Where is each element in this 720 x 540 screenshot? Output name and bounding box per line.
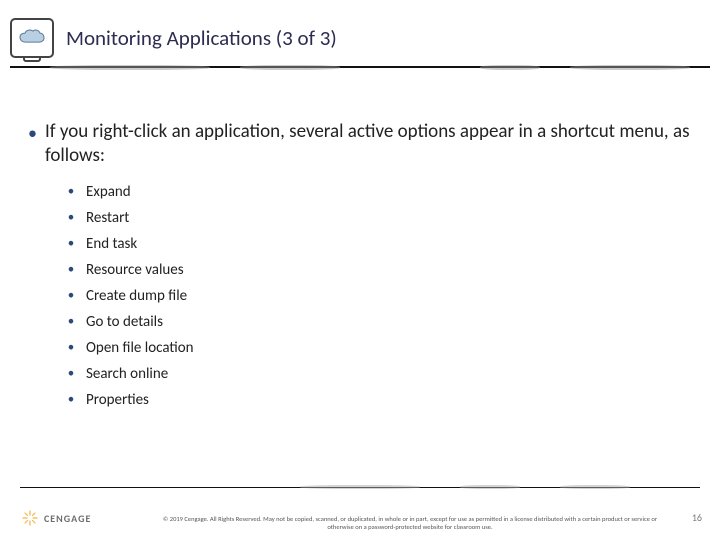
bullet-icon: • (28, 121, 37, 145)
option-label: Resource values (86, 261, 184, 279)
option-label: Properties (86, 391, 149, 409)
slide-body: • If you right-click an application, sev… (0, 72, 720, 409)
bullet-icon: • (64, 210, 78, 225)
footer-divider (20, 486, 700, 490)
burst-icon (22, 510, 38, 526)
main-bullet-text: If you right-click an application, sever… (45, 120, 692, 169)
cloud-monitor-icon (10, 18, 54, 58)
bullet-icon: • (64, 366, 78, 381)
list-item: • Go to details (64, 313, 692, 331)
option-label: Search online (86, 365, 168, 383)
brand-name: CENGAGE (44, 512, 91, 525)
slide-header: Monitoring Applications (3 of 3) (0, 0, 720, 72)
list-item: • End task (64, 235, 692, 253)
bullet-icon: • (64, 288, 78, 303)
bullet-icon: • (64, 314, 78, 329)
copyright-text: © 2019 Cengage. All Rights Reserved. May… (160, 516, 660, 532)
bullet-icon: • (64, 392, 78, 407)
list-item: • Search online (64, 365, 692, 383)
title-row: Monitoring Applications (3 of 3) (0, 18, 720, 58)
page-number: 16 (692, 511, 702, 524)
cloud-icon (18, 28, 46, 46)
options-list: • Expand • Restart • End task • Resource val… (64, 183, 692, 409)
brand-logo: CENGAGE (22, 510, 91, 526)
option-label: Restart (86, 209, 129, 227)
list-item: • Create dump file (64, 287, 692, 305)
slide: Monitoring Applications (3 of 3) • If yo… (0, 0, 720, 540)
list-item: • Properties (64, 391, 692, 409)
title-divider (10, 66, 710, 70)
slide-title: Monitoring Applications (3 of 3) (66, 25, 337, 51)
bullet-icon: • (64, 236, 78, 251)
slide-footer: CENGAGE © 2019 Cengage. All Rights Reser… (0, 486, 720, 540)
bullet-icon: • (64, 262, 78, 277)
option-label: Create dump file (86, 287, 187, 305)
list-item: • Resource values (64, 261, 692, 279)
list-item: • Open file location (64, 339, 692, 357)
option-label: Expand (86, 183, 131, 201)
option-label: End task (86, 235, 137, 253)
list-item: • Restart (64, 209, 692, 227)
bullet-icon: • (64, 184, 78, 199)
option-label: Open file location (86, 339, 194, 357)
list-item: • Expand (64, 183, 692, 201)
bullet-icon: • (64, 340, 78, 355)
main-bullet: • If you right-click an application, sev… (28, 120, 692, 169)
option-label: Go to details (86, 313, 163, 331)
